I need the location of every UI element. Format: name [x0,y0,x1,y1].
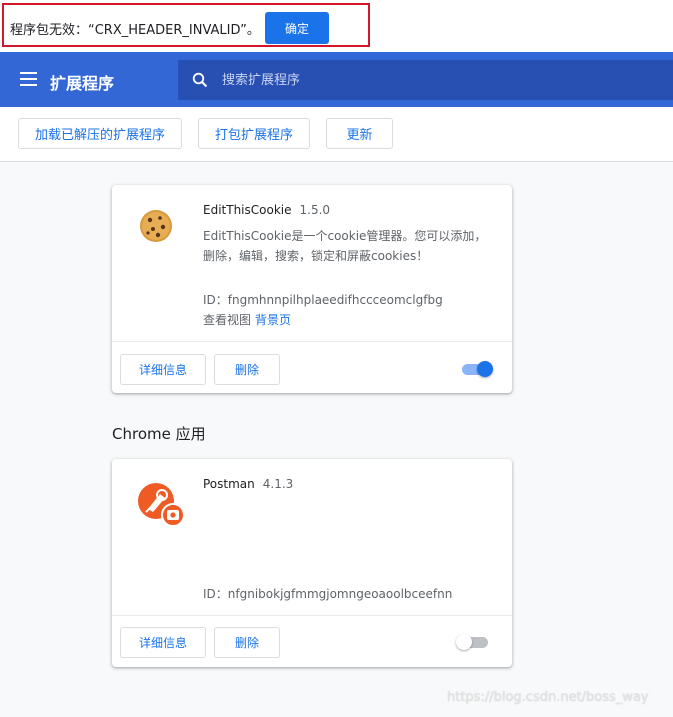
apps-section-title: Chrome 应用 [112,425,206,443]
extension-description: EditThisCookie是一个cookie管理器。您可以添加，删除，编辑，搜… [203,229,487,263]
extension-name: EditThisCookie 1.5.0 [203,203,330,217]
cookie-icon [140,210,172,242]
inspect-views-label: 查看视图 [203,313,252,327]
extension-id: ID：fngmhnnpilhplaeedifhccceomclgfbg [203,293,443,307]
app-version: 4.1.3 [262,477,294,491]
update-button[interactable]: 更新 [326,118,393,149]
extension-card: EditThisCookie 1.5.0 EditThisCookie是一个coo… [112,185,512,393]
toggle-knob [456,634,472,650]
search-input[interactable] [222,60,642,100]
postman-icon [138,483,185,527]
app-id: ID：nfgnibokjgfmmgjomngeoaoolbceefnn [203,587,453,601]
error-notification-bar: 程序包无效：“CRX_HEADER_INVALID”。 确定 [0,0,673,52]
inspect-views: 查看视图 背景页 [203,311,291,328]
pack-extension-button[interactable]: 打包扩展程序 [198,118,310,149]
remove-button[interactable]: 删除 [214,354,280,385]
extensions-toolbar: 扩展程序 [0,52,673,107]
search-icon [192,72,208,88]
toggle-knob [477,361,493,377]
details-button[interactable]: 详细信息 [120,627,206,658]
card-divider [112,341,512,342]
remove-button[interactable]: 删除 [214,627,280,658]
details-button[interactable]: 详细信息 [120,354,206,385]
watermark: https://blog.csdn.net/boss_way [447,690,649,705]
action-bar: 加载已解压的扩展程序 打包扩展程序 更新 [0,107,673,162]
extension-version: 1.5.0 [299,203,331,217]
card-divider [112,615,512,616]
enable-toggle[interactable] [456,634,490,650]
hamburger-menu-icon[interactable] [20,72,37,86]
load-unpacked-button[interactable]: 加载已解压的扩展程序 [18,118,182,149]
app-card: Postman 4.1.3 ID：nfgnibokjgfmmgjomngeoaoo… [112,459,512,667]
ok-button[interactable]: 确定 [265,12,329,44]
search-box[interactable] [178,60,673,100]
app-name-label: Postman [203,477,255,491]
app-name: Postman 4.1.3 [203,477,293,491]
page-title: 扩展程序 [50,74,115,93]
enable-toggle[interactable] [460,361,494,377]
extension-name-label: EditThisCookie [203,203,292,217]
background-page-link[interactable]: 背景页 [255,313,291,327]
error-message: 程序包无效：“CRX_HEADER_INVALID”。 [10,23,260,38]
